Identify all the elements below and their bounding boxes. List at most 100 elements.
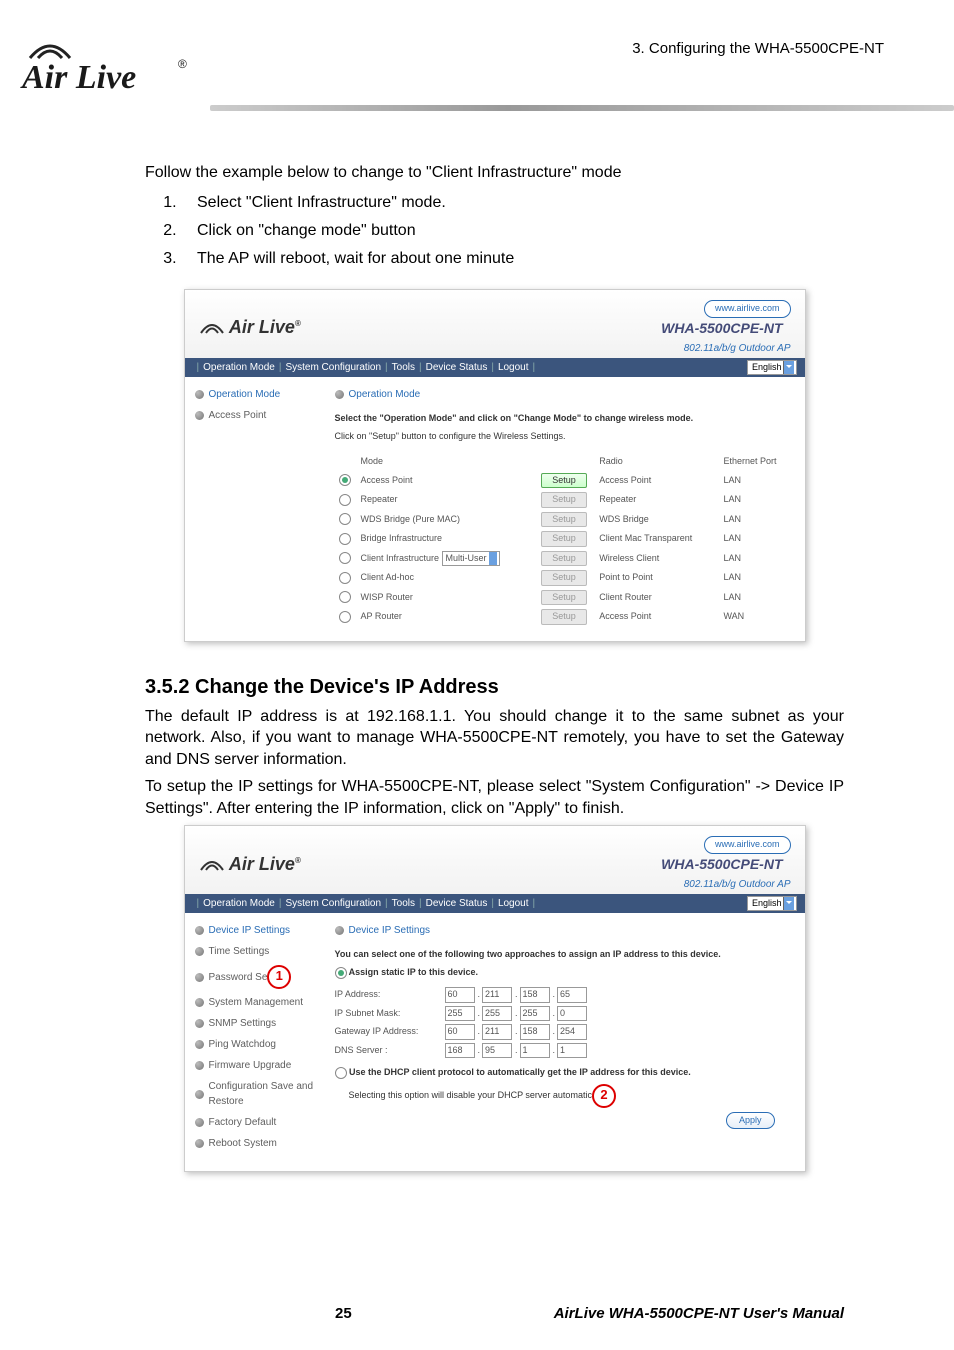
sidebar-item-config-save-restore[interactable]: Configuration Save and Restore xyxy=(195,1079,325,1109)
ip-octet[interactable]: 255 xyxy=(482,1006,512,1022)
sidebar-item-access-point[interactable]: Access Point xyxy=(195,408,325,423)
svg-text:®: ® xyxy=(178,57,187,71)
device-subtitle: 802.11a/b/g Outdoor AP xyxy=(661,877,790,892)
website-pill[interactable]: www.airlive.com xyxy=(704,836,791,854)
apply-button[interactable]: Apply xyxy=(726,1112,775,1130)
sidebar-item-firmware-upgrade[interactable]: Firmware Upgrade xyxy=(195,1058,325,1073)
nav-device-status[interactable]: Device Status xyxy=(426,896,488,911)
step-item: The AP will reboot, wait for about one m… xyxy=(181,247,844,271)
instruction-bold: Select the "Operation Mode" and click on… xyxy=(335,412,795,426)
page-header: Air Live ® 3. Configuring the WHA-5500CP… xyxy=(0,0,954,105)
sidebar-item-operation-mode[interactable]: Operation Mode xyxy=(195,387,325,402)
gateway-row: Gateway IP Address: 60. 211. 158. 254 xyxy=(335,1024,795,1040)
setup-button[interactable]: Setup xyxy=(541,551,587,567)
setup-button[interactable]: Setup xyxy=(541,609,587,625)
client-mode-select[interactable]: Multi-User xyxy=(442,551,500,567)
ip-octet[interactable]: 60 xyxy=(445,1024,475,1040)
mode-radio[interactable] xyxy=(339,552,351,564)
ip-octet[interactable]: 60 xyxy=(445,987,475,1003)
col-radio: Radio xyxy=(595,453,719,471)
sidebar-item-password[interactable]: Password Setti 1 xyxy=(195,965,325,989)
logo: Air Live ® xyxy=(20,20,200,105)
ip-octet[interactable]: 1 xyxy=(520,1043,550,1059)
mode-radio[interactable] xyxy=(339,474,351,486)
screenshot-ip-settings: Air Live® www.airlive.com WHA-5500CPE-NT… xyxy=(184,825,806,1172)
nav-logout[interactable]: Logout xyxy=(498,360,529,375)
ip-octet[interactable]: 254 xyxy=(557,1024,587,1040)
table-row: Repeater Setup Repeater LAN xyxy=(335,490,795,510)
sidebar-item-device-ip[interactable]: Device IP Settings xyxy=(195,923,325,938)
language-select[interactable]: English xyxy=(747,896,797,912)
ip-octet[interactable]: 255 xyxy=(445,1006,475,1022)
steps-list: Select "Client Infrastructure" mode. Cli… xyxy=(145,191,844,271)
dhcp-radio[interactable] xyxy=(335,1067,347,1079)
nav-bar: | Operation Mode| System Configuration| … xyxy=(185,894,805,914)
website-pill[interactable]: www.airlive.com xyxy=(704,300,791,318)
setup-button[interactable]: Setup xyxy=(541,570,587,586)
setup-button[interactable]: Setup xyxy=(541,512,587,528)
screenshot-operation-mode: Air Live® www.airlive.com WHA-5500CPE-NT… xyxy=(184,289,806,642)
ip-octet[interactable]: 158 xyxy=(520,1024,550,1040)
nav-system-configuration[interactable]: System Configuration xyxy=(285,896,381,911)
step-item: Click on "change mode" button xyxy=(181,219,844,243)
nav-tools[interactable]: Tools xyxy=(392,896,415,911)
nav-operation-mode[interactable]: Operation Mode xyxy=(203,360,275,375)
svg-text:Air Live: Air Live xyxy=(20,59,136,96)
instruction: Click on "Setup" button to configure the… xyxy=(335,430,795,444)
setup-button[interactable]: Setup xyxy=(541,531,587,547)
language-select[interactable]: English xyxy=(747,360,797,376)
sidebar-item-ping-watchdog[interactable]: Ping Watchdog xyxy=(195,1037,325,1052)
mode-radio[interactable] xyxy=(339,572,351,584)
wifi-arc-icon xyxy=(199,856,225,872)
panel-title: Operation Mode xyxy=(335,387,795,402)
ip-octet[interactable]: 95 xyxy=(482,1043,512,1059)
ip-octet[interactable]: 158 xyxy=(520,987,550,1003)
mode-radio[interactable] xyxy=(339,591,351,603)
nav-tools[interactable]: Tools xyxy=(392,360,415,375)
ip-octet[interactable]: 168 xyxy=(445,1043,475,1059)
setup-button[interactable]: Setup xyxy=(541,590,587,606)
ip-octet[interactable]: 1 xyxy=(557,1043,587,1059)
mode-radio[interactable] xyxy=(339,494,351,506)
mode-radio[interactable] xyxy=(339,611,351,623)
page-footer: 25 AirLive WHA-5500CPE-NT User's Manual xyxy=(0,1305,954,1322)
nav-bar: | Operation Mode| System Configuration| … xyxy=(185,358,805,378)
wifi-arc-icon xyxy=(199,319,225,335)
mode-radio[interactable] xyxy=(339,513,351,525)
callout-2: 2 xyxy=(592,1084,616,1108)
static-ip-radio[interactable] xyxy=(335,967,347,979)
nav-logout[interactable]: Logout xyxy=(498,896,529,911)
sidebar-item-snmp[interactable]: SNMP Settings xyxy=(195,1016,325,1031)
sidebar-item-time[interactable]: Time Settings xyxy=(195,944,325,959)
ip-octet[interactable]: 211 xyxy=(482,1024,512,1040)
ip-octet[interactable]: 211 xyxy=(482,987,512,1003)
setup-button[interactable]: Setup xyxy=(541,492,587,508)
device-subtitle: 802.11a/b/g Outdoor AP xyxy=(661,341,790,356)
ip-octet[interactable]: 255 xyxy=(520,1006,550,1022)
intro-text: Follow the example below to change to "C… xyxy=(145,161,844,185)
static-ip-option: Assign static IP to this device. xyxy=(335,966,795,980)
nav-system-configuration[interactable]: System Configuration xyxy=(285,360,381,375)
subnet-mask-row: IP Subnet Mask: 255. 255. 255. 0 xyxy=(335,1006,795,1022)
mode-radio[interactable] xyxy=(339,533,351,545)
sidebar-item-reboot[interactable]: Reboot System xyxy=(195,1136,325,1151)
ip-octet[interactable]: 65 xyxy=(557,987,587,1003)
table-row: AP Router Setup Access Point WAN xyxy=(335,607,795,627)
setup-button[interactable]: Setup xyxy=(541,473,587,489)
mode-table: Mode Radio Ethernet Port Access Point Se… xyxy=(335,453,795,627)
ip-octet[interactable]: 0 xyxy=(557,1006,587,1022)
page-content: Follow the example below to change to "C… xyxy=(0,111,954,1172)
nav-operation-mode[interactable]: Operation Mode xyxy=(203,896,275,911)
sidebar-item-factory-default[interactable]: Factory Default xyxy=(195,1115,325,1130)
dhcp-option: Use the DHCP client protocol to automati… xyxy=(335,1066,795,1080)
col-mode: Mode xyxy=(357,453,538,471)
model-label: WHA-5500CPE-NT xyxy=(661,320,782,336)
nav-device-status[interactable]: Device Status xyxy=(426,360,488,375)
callout-1: 1 xyxy=(267,965,291,989)
ip-paragraph-1: The default IP address is at 192.168.1.1… xyxy=(145,706,844,771)
panel-title: Device IP Settings xyxy=(335,923,795,938)
sidebar-item-system-management[interactable]: System Management xyxy=(195,995,325,1010)
model-label: WHA-5500CPE-NT xyxy=(661,856,782,872)
sidebar: Device IP Settings Time Settings Passwor… xyxy=(195,923,335,1157)
table-row: Client Ad-hoc Setup Point to Point LAN xyxy=(335,568,795,588)
